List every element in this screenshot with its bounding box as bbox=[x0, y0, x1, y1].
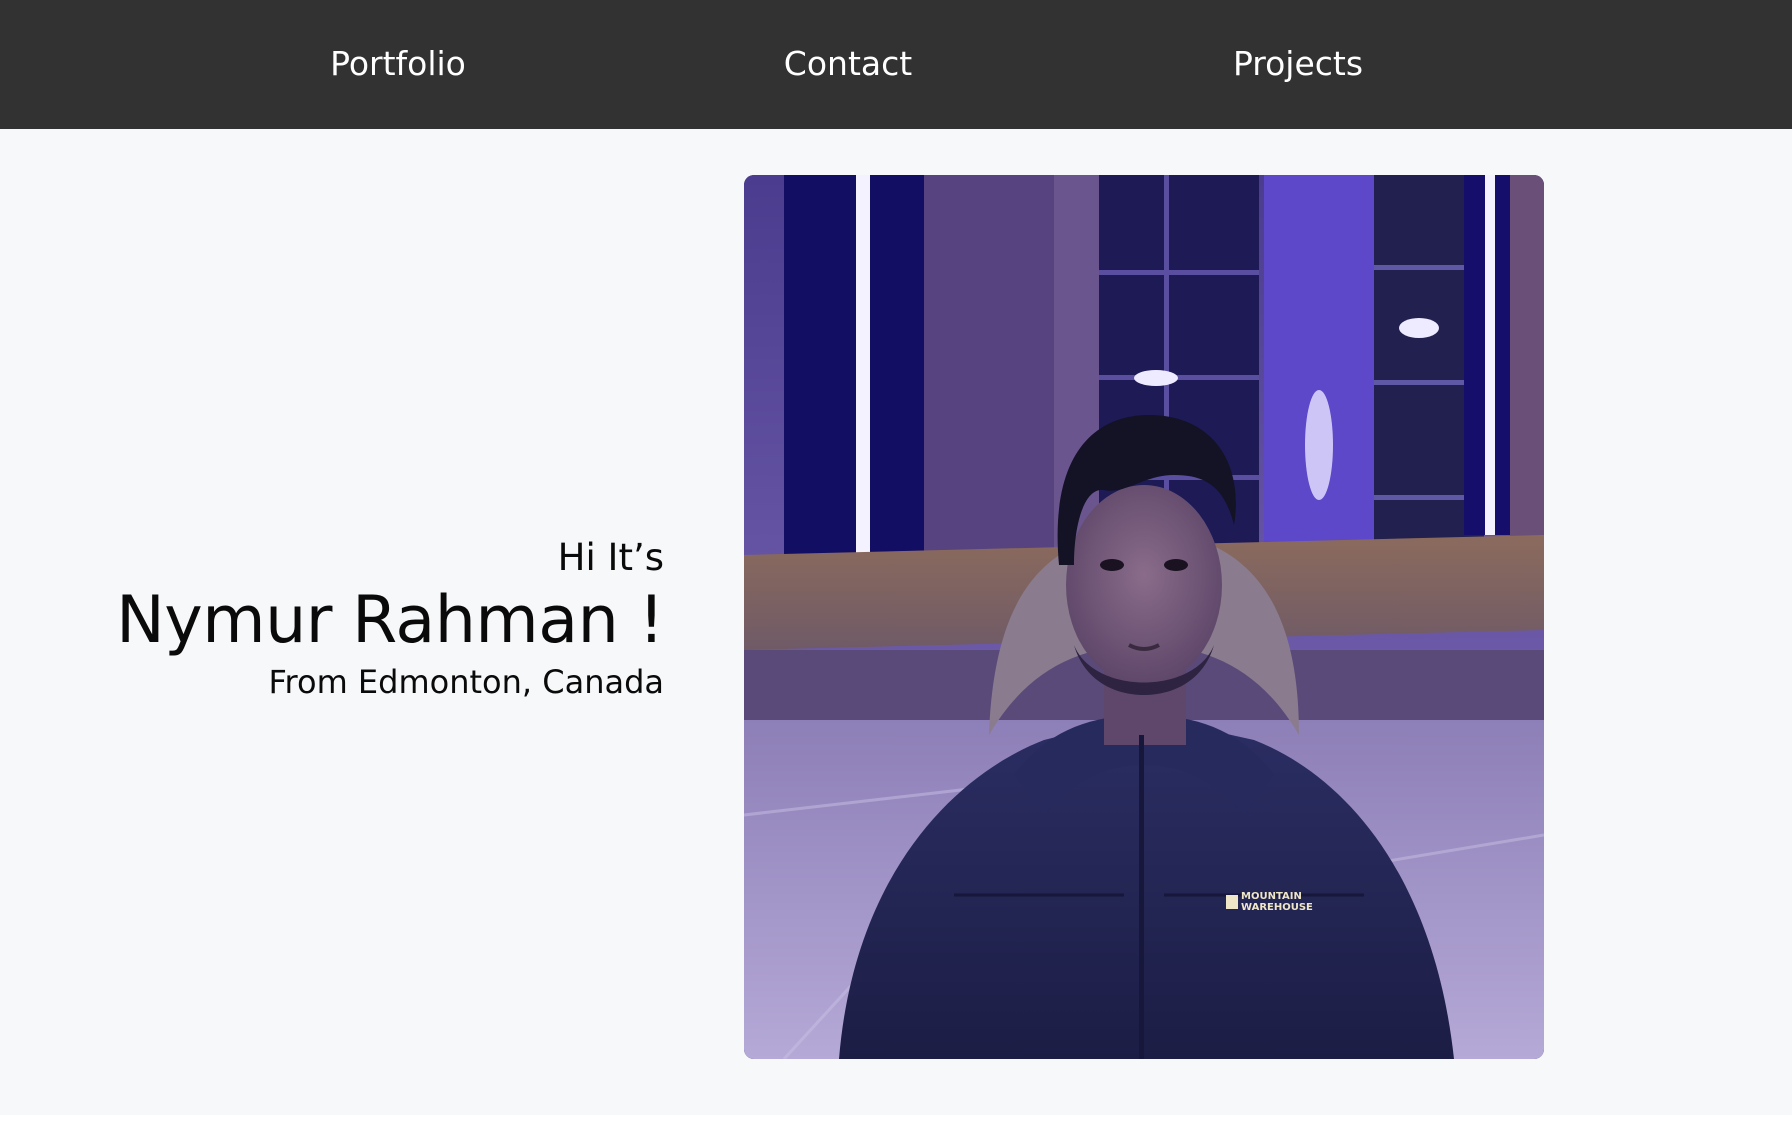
hero-section: Hi It’s Nymur Rahman ! From Edmonton, Ca… bbox=[0, 129, 1792, 1115]
jacket-logo-line1: MOUNTAIN bbox=[1241, 891, 1302, 902]
nav-link-projects[interactable]: Projects bbox=[1233, 44, 1363, 84]
profile-photo: MOUNTAIN WAREHOUSE bbox=[744, 175, 1544, 1059]
intro-text: Hi It’s Nymur Rahman ! From Edmonton, Ca… bbox=[116, 535, 664, 703]
greeting-text: Hi It’s bbox=[557, 536, 664, 579]
jacket-logo-line2: WAREHOUSE bbox=[1241, 902, 1313, 913]
nav-link-contact[interactable]: Contact bbox=[784, 44, 912, 84]
top-navbar: Portfolio Contact Projects bbox=[0, 0, 1792, 129]
nav-link-portfolio[interactable]: Portfolio bbox=[330, 44, 466, 84]
person-name: Nymur Rahman ! bbox=[116, 583, 664, 658]
location-text: From Edmonton, Canada bbox=[268, 663, 664, 701]
